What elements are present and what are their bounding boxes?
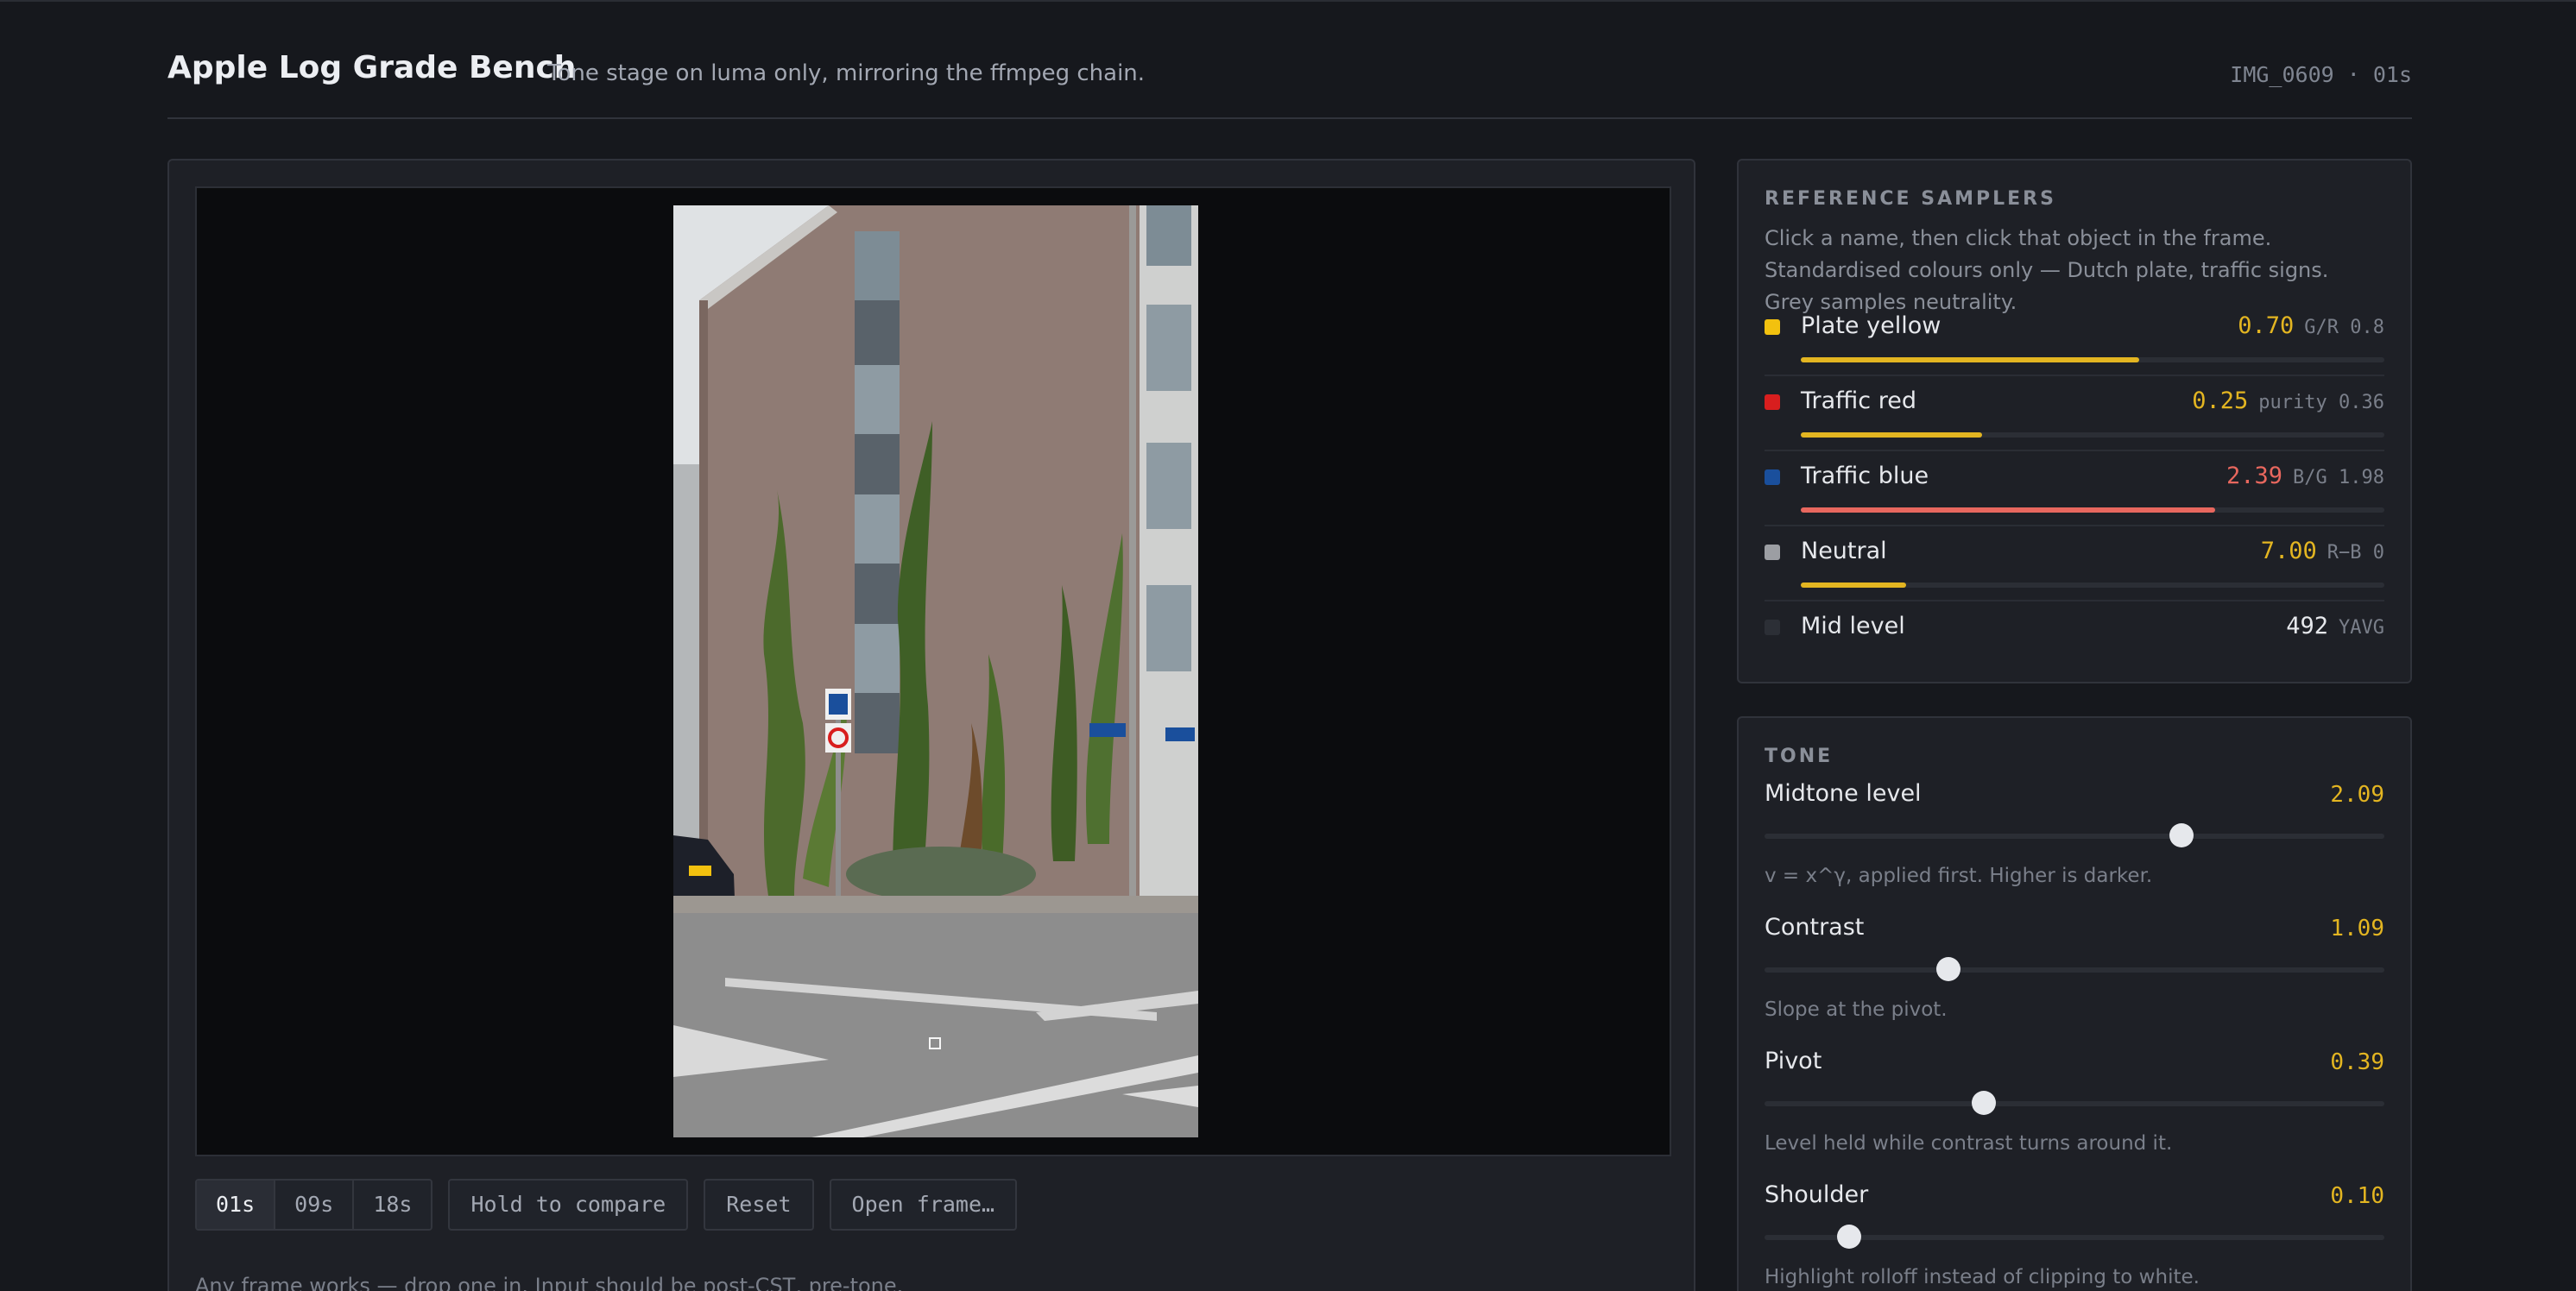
open-frame-button[interactable]: Open frame… bbox=[829, 1179, 1018, 1231]
slider-thumb[interactable] bbox=[1936, 957, 1961, 981]
sampler-mid-level[interactable]: Mid level 492 YAVG bbox=[1765, 602, 2384, 677]
frame-selector: 01s 09s 18s bbox=[195, 1179, 433, 1231]
sampler-bar bbox=[1801, 432, 2384, 438]
frame-canvas[interactable] bbox=[195, 186, 1671, 1156]
sampler-plate-yellow[interactable]: Plate yellow 0.70 G/R 0.8 bbox=[1765, 302, 2384, 376]
slider-label: Pivot bbox=[1765, 1048, 1822, 1074]
sampler-value: 2.39 bbox=[2226, 463, 2283, 489]
tone-heading: TONE bbox=[1765, 746, 1834, 767]
sampler-value: 492 bbox=[2286, 613, 2329, 639]
sampler-traffic-blue[interactable]: Traffic blue 2.39 B/G 1.98 bbox=[1765, 452, 2384, 526]
samplers-heading: REFERENCE SAMPLERS bbox=[1765, 188, 2056, 210]
file-info: IMG_0609 · 01s bbox=[2230, 62, 2412, 87]
sampler-bar-fill bbox=[1801, 583, 1906, 588]
slider-label: Shoulder bbox=[1765, 1181, 1869, 1208]
sampler-bar bbox=[1801, 357, 2384, 362]
slider-thumb[interactable] bbox=[2169, 823, 2194, 847]
slider-track[interactable] bbox=[1765, 957, 2384, 981]
reference-samplers-panel: REFERENCE SAMPLERS Click a name, then cl… bbox=[1737, 159, 2412, 683]
sampler-meta: YAVG bbox=[2339, 617, 2384, 639]
slider-thumb[interactable] bbox=[1837, 1225, 1862, 1249]
sampler-bar bbox=[1801, 507, 2384, 513]
slider-help: v = x^γ, applied first. Higher is darker… bbox=[1765, 865, 2153, 887]
slider-value: 2.09 bbox=[2330, 782, 2384, 808]
frame-button-18s[interactable]: 18s bbox=[354, 1181, 432, 1229]
slider-contrast: Contrast 1.09 Slope at the pivot. bbox=[1765, 914, 2384, 1043]
swatch-traffic-red bbox=[1765, 394, 1780, 410]
sampler-name[interactable]: Neutral bbox=[1801, 538, 1887, 564]
sampler-value: 0.25 bbox=[2192, 387, 2249, 414]
hold-to-compare-button[interactable]: Hold to compare bbox=[448, 1179, 689, 1231]
slider-value: 0.10 bbox=[2330, 1183, 2384, 1209]
sampler-traffic-red[interactable]: Traffic red 0.25 purity 0.36 bbox=[1765, 377, 2384, 451]
slider-track[interactable] bbox=[1765, 823, 2384, 847]
sampler-bar-fill bbox=[1801, 507, 2215, 513]
swatch-traffic-blue bbox=[1765, 469, 1780, 485]
sampler-name[interactable]: Mid level bbox=[1801, 613, 1905, 639]
viewer-controls: 01s 09s 18s Hold to compare Reset Open f… bbox=[195, 1179, 1018, 1231]
swatch-neutral bbox=[1765, 545, 1780, 560]
app-title: Apple Log Grade Bench bbox=[167, 50, 577, 85]
frame-image[interactable] bbox=[673, 205, 1198, 1137]
reset-button[interactable]: Reset bbox=[704, 1179, 814, 1231]
sampler-value: 0.70 bbox=[2238, 312, 2295, 339]
slider-value: 1.09 bbox=[2330, 916, 2384, 941]
sampler-name[interactable]: Traffic red bbox=[1801, 387, 1916, 414]
sampler-bar-fill bbox=[1801, 357, 2140, 362]
frame-button-01s[interactable]: 01s bbox=[197, 1181, 276, 1229]
swatch-plate-yellow bbox=[1765, 319, 1780, 335]
sampler-neutral[interactable]: Neutral 7.00 R−B 0 bbox=[1765, 527, 2384, 601]
frame-button-09s[interactable]: 09s bbox=[275, 1181, 355, 1229]
slider-value: 0.39 bbox=[2330, 1049, 2384, 1075]
slider-help: Level held while contrast turns around i… bbox=[1765, 1132, 2173, 1155]
app-header: Apple Log Grade Bench Tone stage on luma… bbox=[167, 2, 2412, 119]
slider-shoulder: Shoulder 0.10 Highlight rolloff instead … bbox=[1765, 1181, 2384, 1291]
slider-thumb[interactable] bbox=[1972, 1091, 1997, 1115]
swatch-mid-level bbox=[1765, 620, 1780, 635]
slider-label: Midtone level bbox=[1765, 780, 1922, 807]
sampler-name[interactable]: Plate yellow bbox=[1801, 312, 1941, 339]
slider-track[interactable] bbox=[1765, 1091, 2384, 1115]
slider-help: Highlight rolloff instead of clipping to… bbox=[1765, 1266, 2200, 1288]
app-subtitle: Tone stage on luma only, mirroring the f… bbox=[547, 60, 1146, 86]
slider-track[interactable] bbox=[1765, 1225, 2384, 1249]
sampler-meta: purity 0.36 bbox=[2258, 392, 2384, 413]
sampler-meta: B/G 1.98 bbox=[2293, 467, 2384, 488]
slider-pivot: Pivot 0.39 Level held while contrast tur… bbox=[1765, 1048, 2384, 1177]
slider-label: Contrast bbox=[1765, 914, 1865, 941]
sampler-bar bbox=[1801, 583, 2384, 588]
tone-panel: TONE Midtone level 2.09 v = x^γ, applied… bbox=[1737, 716, 2412, 1291]
viewer-footnote: Any frame works — drop one in. Input sho… bbox=[195, 1274, 904, 1291]
sampler-bar-fill bbox=[1801, 432, 1982, 438]
slider-help: Slope at the pivot. bbox=[1765, 998, 1948, 1021]
sampler-name[interactable]: Traffic blue bbox=[1801, 463, 1929, 489]
sampler-meta: R−B 0 bbox=[2327, 542, 2384, 564]
viewer-panel: 01s 09s 18s Hold to compare Reset Open f… bbox=[167, 159, 1695, 1291]
slider-midtone-level: Midtone level 2.09 v = x^γ, applied firs… bbox=[1765, 780, 2384, 910]
sampler-meta: G/R 0.8 bbox=[2304, 317, 2384, 338]
sampler-value: 7.00 bbox=[2260, 538, 2317, 564]
